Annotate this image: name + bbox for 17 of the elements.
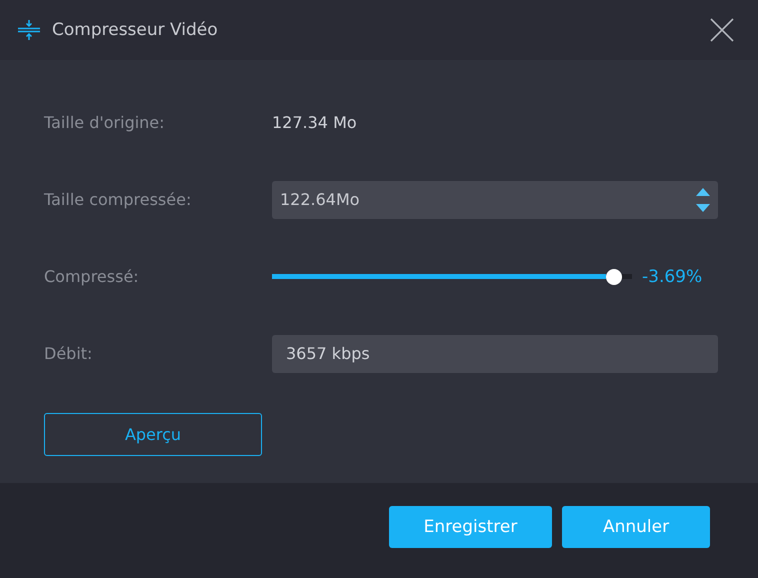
close-icon [710, 18, 734, 42]
size-value: 127.34 Mo [272, 113, 357, 132]
field-label: Compressé: [44, 267, 140, 286]
compression-reading: -3.69% [642, 266, 702, 286]
up-arrow-icon[interactable] [696, 188, 710, 196]
slider-thumb[interactable] [606, 268, 622, 284]
field-label: Taille compressée: [44, 190, 192, 209]
window-title: Compresseur Vidéo [52, 20, 219, 40]
close-button[interactable] [710, 18, 734, 42]
bitrate-field[interactable]: 3657 kbps [272, 334, 718, 372]
preview-button[interactable]: Aperçu [44, 413, 262, 456]
down-arrow-icon[interactable] [696, 204, 710, 212]
slider-track [622, 274, 632, 279]
compress-icon [18, 19, 40, 41]
compression-slider[interactable] [272, 268, 632, 284]
field-label: Débit: [44, 344, 94, 363]
field-label: Taille d'origine: [44, 113, 166, 132]
